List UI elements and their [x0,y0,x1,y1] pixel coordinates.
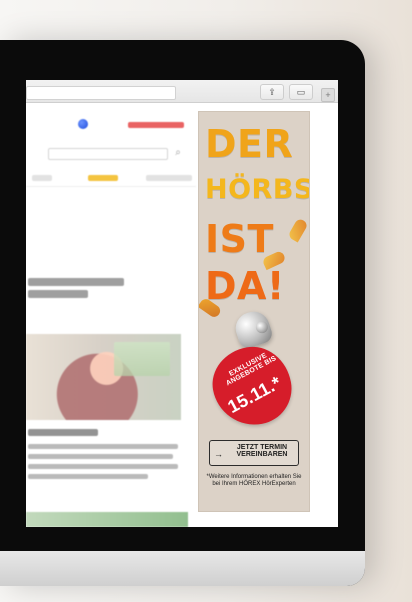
monitor-chin [0,551,365,586]
site-logo [78,119,88,129]
hearing-aid-icon [231,307,275,351]
photo-window [114,342,170,376]
appointment-button-label: JETZT TERMIN VEREINBAREN [236,444,288,459]
appointment-button[interactable]: → JETZT TERMIN VEREINBAREN [209,440,299,466]
bottom-photo[interactable] [26,512,188,527]
site-search-input[interactable] [48,148,168,160]
website-content: ⌕ [26,102,196,527]
headline-line [28,290,88,298]
arrow-right-icon: → [214,449,223,459]
offer-badge: EXKLUSIVE ANGEBOTE BIS 15.11.* [206,340,298,432]
address-bar[interactable] [26,86,176,100]
ad-line-3: IST [205,217,274,261]
ad-line-2: HÖRBST [205,174,309,205]
share-button[interactable]: ⇪ [260,84,284,100]
article-text-line [28,474,148,479]
brand-logo [128,122,184,128]
article-photo[interactable] [26,334,181,420]
nav-item[interactable] [146,175,192,181]
plus-icon: + [325,90,331,100]
nav-item[interactable] [32,175,52,181]
ad-line-4: DA! [205,264,285,308]
browser-toolbar: ⇪ ▭ + [26,80,338,103]
new-tab-button[interactable]: + [321,88,335,102]
browser-screen: ⇪ ▭ + ⌕ DER HÖRB IST DA! EXKLUSIVE ANGEB… [26,80,338,527]
search-icon[interactable]: ⌕ [172,147,184,159]
tabs-button[interactable]: ▭ [289,84,313,100]
nav-item-active[interactable] [88,175,118,181]
article-title[interactable] [28,429,98,436]
ad-skyscraper[interactable]: DER HÖRBST IST DA! EXKLUSIVE ANGEBOTE BI… [198,111,310,512]
share-icon: ⇪ [268,87,276,97]
article-text-line [28,464,178,469]
site-nav [26,172,196,187]
tabs-icon: ▭ [296,87,306,97]
ad-line-1: DER [205,122,294,166]
headline-line [28,278,124,286]
ad-footnote: *Weitere Informationen erhalten Sie bei … [206,474,302,487]
article-text-line [28,444,178,449]
article-text-line [28,454,173,459]
monitor-right-bezel [338,80,365,527]
scene: ⇪ ▭ + ⌕ DER HÖRB IST DA! EXKLUSIVE ANGEB… [0,0,412,602]
